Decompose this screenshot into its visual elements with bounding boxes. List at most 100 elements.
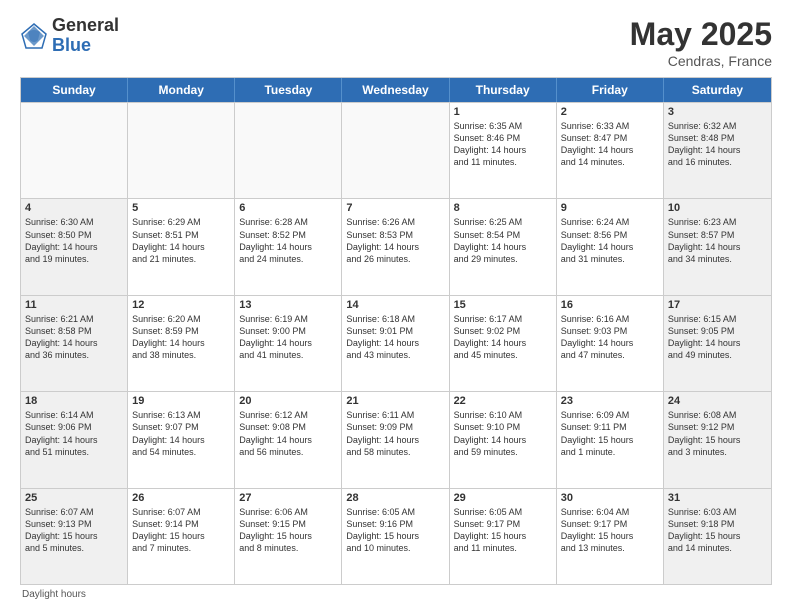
day-number-29: 29: [454, 492, 552, 504]
day-number-23: 23: [561, 395, 659, 407]
day-cell-4: 4 Sunrise: 6:30 AM Sunset: 8:50 PM Daylig…: [21, 199, 128, 294]
calendar: Sunday Monday Tuesday Wednesday Thursday…: [20, 77, 772, 585]
day-cell-31: 31 Sunrise: 6:03 AM Sunset: 9:18 PM Dayli…: [664, 489, 771, 584]
day-number-6: 6: [239, 202, 337, 214]
day-cell-15: 15 Sunrise: 6:17 AM Sunset: 9:02 PM Dayli…: [450, 296, 557, 391]
footer-note: Daylight hours: [20, 589, 772, 600]
day-info-22: Sunrise: 6:10 AM Sunset: 9:10 PM Dayligh…: [454, 409, 552, 458]
day-number-2: 2: [561, 106, 659, 118]
logo-icon: [20, 22, 48, 50]
day-cell-24: 24Sunrise: 6:08 AM Sunset: 9:12 PM Dayli…: [664, 392, 771, 487]
day-info-19: Sunrise: 6:13 AM Sunset: 9:07 PM Dayligh…: [132, 409, 230, 458]
day-number-24: 24: [668, 395, 767, 407]
day-info-4: Sunrise: 6:30 AM Sunset: 8:50 PM Dayligh…: [25, 216, 123, 265]
day-info-8: Sunrise: 6:25 AM Sunset: 8:54 PM Dayligh…: [454, 216, 552, 265]
day-number-1: 1: [454, 106, 552, 118]
logo: General Blue: [20, 16, 119, 56]
header-monday: Monday: [128, 78, 235, 102]
day-info-1: Sunrise: 6:35 AM Sunset: 8:46 PM Dayligh…: [454, 120, 552, 169]
day-cell-2: 2 Sunrise: 6:33 AM Sunset: 8:47 PM Daylig…: [557, 103, 664, 198]
title-month: May 2025: [630, 16, 772, 53]
day-number-28: 28: [346, 492, 444, 504]
empty-cell: [21, 103, 128, 198]
day-info-3: Sunrise: 6:32 AM Sunset: 8:48 PM Dayligh…: [668, 120, 767, 169]
day-number-5: 5: [132, 202, 230, 214]
day-cell-20: 20 Sunrise: 6:12 AM Sunset: 9:08 PM Dayli…: [235, 392, 342, 487]
day-number-15: 15: [454, 299, 552, 311]
day-info-7: Sunrise: 6:26 AM Sunset: 8:53 PM Dayligh…: [346, 216, 444, 265]
day-cell-25: 25 Sunrise: 6:07 AM Sunset: 9:13 PM Dayli…: [21, 489, 128, 584]
empty-cell: [235, 103, 342, 198]
day-info-21: Sunrise: 6:11 AM Sunset: 9:09 PM Dayligh…: [346, 409, 444, 458]
day-info-16: Sunrise: 6:16 AM Sunset: 9:03 PM Dayligh…: [561, 313, 659, 362]
day-info-15: Sunrise: 6:17 AM Sunset: 9:02 PM Dayligh…: [454, 313, 552, 362]
day-info-20: Sunrise: 6:12 AM Sunset: 9:08 PM Dayligh…: [239, 409, 337, 458]
day-info-12: Sunrise: 6:20 AM Sunset: 8:59 PM Dayligh…: [132, 313, 230, 362]
day-cell-29: 29Sunrise: 6:05 AM Sunset: 9:17 PM Dayli…: [450, 489, 557, 584]
day-cell-11: 11 Sunrise: 6:21 AM Sunset: 8:58 PM Dayli…: [21, 296, 128, 391]
day-cell-8: 8 Sunrise: 6:25 AM Sunset: 8:54 PM Daylig…: [450, 199, 557, 294]
day-info-27: Sunrise: 6:06 AM Sunset: 9:15 PM Dayligh…: [239, 506, 337, 555]
day-info-6: Sunrise: 6:28 AM Sunset: 8:52 PM Dayligh…: [239, 216, 337, 265]
day-number-11: 11: [25, 299, 123, 311]
day-number-20: 20: [239, 395, 337, 407]
day-number-18: 18: [25, 395, 123, 407]
day-cell-17: 17 Sunrise: 6:15 AM Sunset: 9:05 PM Dayli…: [664, 296, 771, 391]
day-info-23: Sunrise: 6:09 AM Sunset: 9:11 PM Dayligh…: [561, 409, 659, 458]
empty-cell: [128, 103, 235, 198]
day-info-18: Sunrise: 6:14 AM Sunset: 9:06 PM Dayligh…: [25, 409, 123, 458]
header-tuesday: Tuesday: [235, 78, 342, 102]
day-cell-23: 23 Sunrise: 6:09 AM Sunset: 9:11 PM Dayli…: [557, 392, 664, 487]
day-cell-27: 27Sunrise: 6:06 AM Sunset: 9:15 PM Dayli…: [235, 489, 342, 584]
logo-general: General: [52, 16, 119, 36]
day-info-17: Sunrise: 6:15 AM Sunset: 9:05 PM Dayligh…: [668, 313, 767, 362]
header: General Blue May 2025 Cendras, France: [20, 16, 772, 69]
week-row-4: 18 Sunrise: 6:14 AM Sunset: 9:06 PM Dayli…: [21, 391, 771, 487]
empty-cell: [342, 103, 449, 198]
logo-text: General Blue: [52, 16, 119, 56]
day-number-31: 31: [668, 492, 767, 504]
day-info-11: Sunrise: 6:21 AM Sunset: 8:58 PM Dayligh…: [25, 313, 123, 362]
header-sunday: Sunday: [21, 78, 128, 102]
day-number-13: 13: [239, 299, 337, 311]
day-number-8: 8: [454, 202, 552, 214]
header-thursday: Thursday: [450, 78, 557, 102]
day-info-30: Sunrise: 6:04 AM Sunset: 9:17 PM Dayligh…: [561, 506, 659, 555]
day-number-3: 3: [668, 106, 767, 118]
day-cell-21: 21 Sunrise: 6:11 AM Sunset: 9:09 PM Dayli…: [342, 392, 449, 487]
day-number-14: 14: [346, 299, 444, 311]
week-row-1: 1 Sunrise: 6:35 AM Sunset: 8:46 PM Daylig…: [21, 102, 771, 198]
title-location: Cendras, France: [630, 53, 772, 69]
day-cell-13: 13 Sunrise: 6:19 AM Sunset: 9:00 PM Dayli…: [235, 296, 342, 391]
calendar-body: 1 Sunrise: 6:35 AM Sunset: 8:46 PM Daylig…: [21, 102, 771, 584]
week-row-2: 4 Sunrise: 6:30 AM Sunset: 8:50 PM Daylig…: [21, 198, 771, 294]
day-info-31: Sunrise: 6:03 AM Sunset: 9:18 PM Dayligh…: [668, 506, 767, 555]
day-number-4: 4: [25, 202, 123, 214]
day-number-17: 17: [668, 299, 767, 311]
day-number-19: 19: [132, 395, 230, 407]
day-number-21: 21: [346, 395, 444, 407]
day-info-14: Sunrise: 6:18 AM Sunset: 9:01 PM Dayligh…: [346, 313, 444, 362]
day-cell-5: 5 Sunrise: 6:29 AM Sunset: 8:51 PM Daylig…: [128, 199, 235, 294]
day-info-2: Sunrise: 6:33 AM Sunset: 8:47 PM Dayligh…: [561, 120, 659, 169]
header-friday: Friday: [557, 78, 664, 102]
day-info-13: Sunrise: 6:19 AM Sunset: 9:00 PM Dayligh…: [239, 313, 337, 362]
day-info-5: Sunrise: 6:29 AM Sunset: 8:51 PM Dayligh…: [132, 216, 230, 265]
day-cell-3: 3 Sunrise: 6:32 AM Sunset: 8:48 PM Daylig…: [664, 103, 771, 198]
day-cell-12: 12 Sunrise: 6:20 AM Sunset: 8:59 PM Dayli…: [128, 296, 235, 391]
day-number-10: 10: [668, 202, 767, 214]
calendar-header: Sunday Monday Tuesday Wednesday Thursday…: [21, 78, 771, 102]
header-saturday: Saturday: [664, 78, 771, 102]
day-info-25: Sunrise: 6:07 AM Sunset: 9:13 PM Dayligh…: [25, 506, 123, 555]
day-cell-1: 1 Sunrise: 6:35 AM Sunset: 8:46 PM Daylig…: [450, 103, 557, 198]
page: General Blue May 2025 Cendras, France Su…: [0, 0, 792, 612]
day-cell-16: 16Sunrise: 6:16 AM Sunset: 9:03 PM Dayli…: [557, 296, 664, 391]
day-number-25: 25: [25, 492, 123, 504]
day-info-28: Sunrise: 6:05 AM Sunset: 9:16 PM Dayligh…: [346, 506, 444, 555]
logo-blue: Blue: [52, 36, 119, 56]
day-number-12: 12: [132, 299, 230, 311]
day-info-10: Sunrise: 6:23 AM Sunset: 8:57 PM Dayligh…: [668, 216, 767, 265]
day-cell-6: 6 Sunrise: 6:28 AM Sunset: 8:52 PM Daylig…: [235, 199, 342, 294]
week-row-3: 11 Sunrise: 6:21 AM Sunset: 8:58 PM Dayli…: [21, 295, 771, 391]
day-number-22: 22: [454, 395, 552, 407]
